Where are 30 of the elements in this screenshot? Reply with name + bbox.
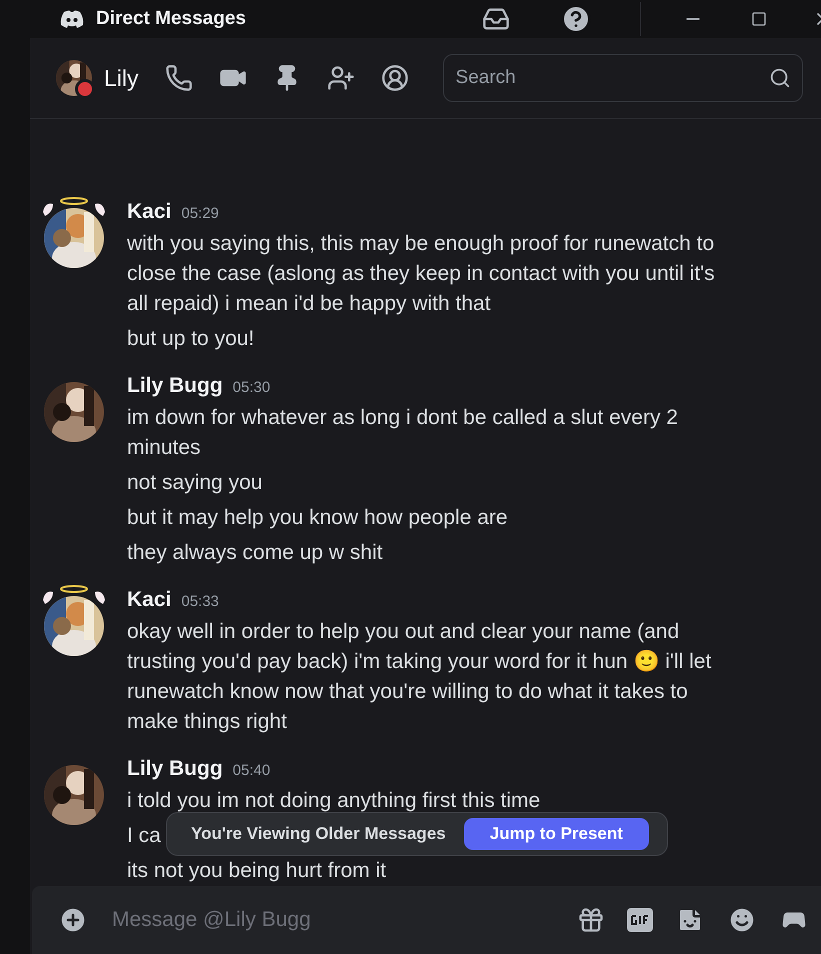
timestamp: 05:30	[232, 379, 270, 396]
jump-to-present-button[interactable]: Jump to Present	[464, 818, 649, 850]
timestamp: 05:40	[232, 762, 270, 779]
author-name: Lily Bugg	[127, 757, 223, 781]
message-text: its not you being hurt from it	[127, 858, 386, 884]
message-text: but it may help you know how people are	[127, 505, 508, 531]
author-name: Kaci	[127, 200, 172, 224]
search-field[interactable]: Search	[442, 54, 803, 102]
timestamp: 05:29	[181, 205, 219, 222]
message-text: they always come up w shit	[127, 540, 383, 566]
window-title: Direct Messages	[96, 8, 246, 30]
gift-icon[interactable]	[577, 906, 605, 934]
maximize-icon[interactable]	[751, 11, 767, 27]
message-text: but up to you!	[127, 326, 254, 352]
message-text: I ca	[127, 823, 161, 849]
search-icon	[768, 67, 791, 89]
timestamp: 05:33	[181, 593, 219, 610]
author-name: Kaci	[127, 588, 172, 612]
gif-icon[interactable]	[627, 908, 653, 932]
message-text: not saying you	[127, 470, 262, 496]
author-name: Lily Bugg	[127, 374, 223, 398]
discord-logo-icon	[60, 10, 84, 28]
user-profile-icon[interactable]	[380, 64, 409, 92]
user-name: Lily	[104, 64, 139, 92]
call-icon[interactable]	[164, 64, 193, 92]
message-field[interactable]: Message @Lily Bugg	[110, 907, 555, 933]
add-user-icon[interactable]	[326, 64, 355, 92]
message-text: i told you im not doing anything first this time	[127, 788, 540, 814]
banner-text: You're Viewing Older Messages	[191, 824, 446, 844]
message-text: okay well in order to help you out and clear your name (and trusting you'd pay back) i'm taking your word for it hun 🙂 i'll let runewatch know now that you're willing to do what it takes to make things right	[127, 619, 712, 735]
